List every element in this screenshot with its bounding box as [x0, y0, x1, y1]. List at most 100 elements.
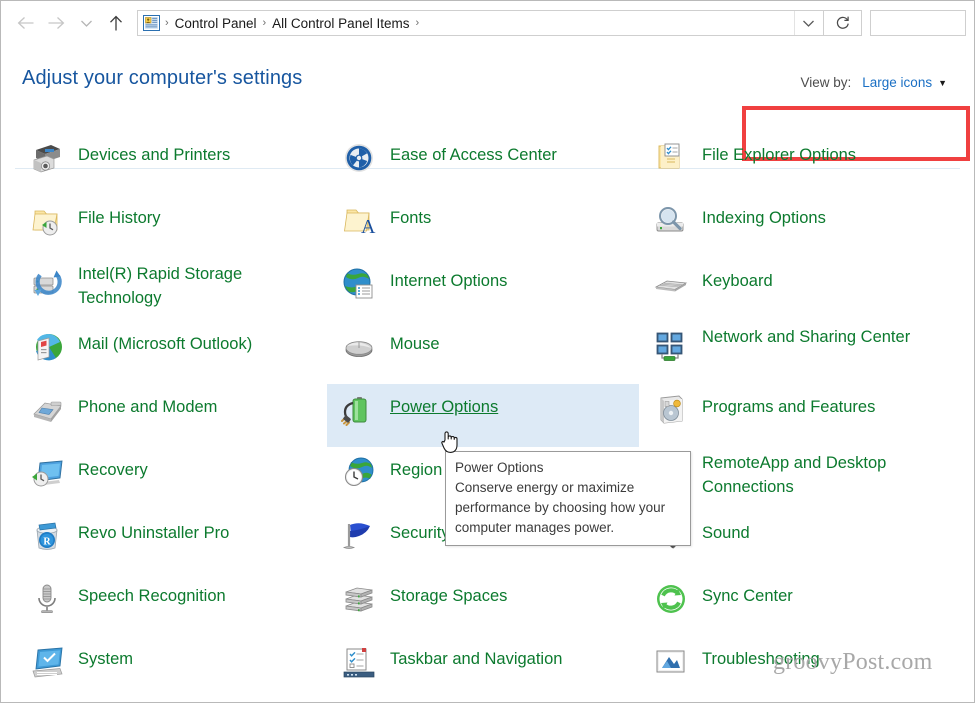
search-input[interactable] — [871, 11, 965, 35]
item-label: Network and Sharing Center — [702, 325, 910, 349]
breadcrumb-separator[interactable]: › — [412, 17, 422, 29]
network-and-sharing-icon — [653, 329, 689, 365]
items-column-1: Devices and Printers File History — [15, 132, 327, 699]
item-label: Keyboard — [702, 269, 773, 294]
item-label: Taskbar and Navigation — [390, 647, 562, 672]
recent-locations-button[interactable] — [71, 8, 101, 38]
control-panel-item-internet-options[interactable]: Internet Options — [327, 258, 639, 321]
item-label: RemoteApp and Desktop Connections — [702, 451, 934, 499]
indexing-options-icon — [653, 203, 689, 239]
chevron-down-icon — [80, 19, 93, 28]
refresh-button[interactable] — [824, 10, 862, 36]
control-panel-item-file-explorer-options[interactable]: File Explorer Options — [639, 132, 969, 195]
back-button[interactable] — [11, 8, 41, 38]
item-label: Speech Recognition — [78, 584, 226, 609]
items-column-2: Ease of Access Center A Fonts — [327, 132, 639, 699]
tooltip-title: Power Options — [455, 458, 682, 478]
item-label: Sound — [702, 521, 750, 546]
items-column-3: File Explorer Options Indexing Options — [639, 132, 969, 699]
view-by-label: View by: — [801, 75, 852, 90]
tooltip-line-2: performance by choosing how your — [455, 498, 682, 518]
programs-and-features-icon — [653, 392, 689, 428]
file-explorer-options-icon — [653, 140, 689, 176]
svg-text:R: R — [43, 536, 51, 547]
tooltip-line-1: Conserve energy or maximize — [455, 478, 682, 498]
item-label: Power Options — [390, 395, 498, 420]
item-label: Internet Options — [390, 269, 507, 294]
control-panel-item-file-history[interactable]: File History — [15, 195, 327, 258]
control-panel-item-taskbar-and-navigation[interactable]: Taskbar and Navigation — [327, 636, 639, 699]
control-panel-item-mouse[interactable]: Mouse — [327, 321, 639, 384]
keyboard-icon — [653, 266, 689, 302]
control-panel-item-keyboard[interactable]: Keyboard — [639, 258, 969, 321]
control-panel-window: › Control Panel › All Control Panel Item… — [0, 0, 975, 703]
control-panel-item-ease-of-access-center[interactable]: Ease of Access Center — [327, 132, 639, 195]
chevron-down-icon[interactable]: ▼ — [938, 78, 947, 88]
arrow-left-icon — [17, 16, 35, 30]
address-bar[interactable]: › Control Panel › All Control Panel Item… — [137, 10, 824, 36]
control-panel-item-revo-uninstaller-pro[interactable]: R Revo Uninstaller Pro — [15, 510, 327, 573]
item-label: Phone and Modem — [78, 395, 217, 420]
recovery-icon — [29, 455, 65, 491]
item-label: Storage Spaces — [390, 584, 507, 609]
page-title: Adjust your computer's settings — [22, 67, 302, 90]
item-label: Region — [390, 458, 442, 483]
control-panel-item-programs-and-features[interactable]: Programs and Features — [639, 384, 969, 447]
item-label: File Explorer Options — [702, 143, 856, 168]
control-panel-item-storage-spaces[interactable]: Storage Spaces — [327, 573, 639, 636]
breadcrumb-all-control-panel-items[interactable]: All Control Panel Items — [269, 16, 412, 31]
item-label: Revo Uninstaller Pro — [78, 521, 229, 546]
item-label: Fonts — [390, 206, 431, 231]
up-button[interactable] — [101, 8, 131, 38]
devices-and-printers-icon — [29, 140, 65, 176]
search-box[interactable] — [870, 10, 966, 36]
fonts-icon: A — [341, 203, 377, 239]
control-panel-item-speech-recognition[interactable]: Speech Recognition — [15, 573, 327, 636]
item-label: Sync Center — [702, 584, 793, 609]
control-panel-item-devices-and-printers[interactable]: Devices and Printers — [15, 132, 327, 195]
control-panel-item-fonts[interactable]: A Fonts — [327, 195, 639, 258]
item-label: File History — [78, 206, 161, 231]
control-panel-item-power-options[interactable]: Power Options — [327, 384, 639, 447]
arrow-up-icon — [108, 15, 124, 32]
svg-text:A: A — [361, 216, 376, 238]
view-by-value[interactable]: Large icons — [862, 75, 932, 90]
item-label: Mouse — [390, 332, 440, 357]
taskbar-and-navigation-icon — [341, 644, 377, 680]
item-label: Programs and Features — [702, 395, 875, 420]
revo-uninstaller-icon: R — [29, 518, 65, 554]
control-panel-items-grid: Devices and Printers File History — [1, 132, 974, 702]
speech-recognition-icon — [29, 581, 65, 617]
power-options-tooltip: Power Options Conserve energy or maximiz… — [445, 451, 691, 546]
control-panel-icon — [143, 15, 160, 31]
view-by-control[interactable]: View by: Large icons ▼ — [801, 75, 948, 90]
control-panel-item-phone-and-modem[interactable]: Phone and Modem — [15, 384, 327, 447]
internet-options-icon — [341, 266, 377, 302]
file-history-icon — [29, 203, 65, 239]
ease-of-access-icon — [341, 140, 377, 176]
breadcrumb-separator[interactable]: › — [259, 17, 269, 29]
item-label: System — [78, 647, 133, 672]
address-dropdown-button[interactable] — [794, 11, 821, 35]
control-panel-item-indexing-options[interactable]: Indexing Options — [639, 195, 969, 258]
control-panel-item-mail-microsoft-outlook[interactable]: Mail (Microsoft Outlook) — [15, 321, 327, 384]
power-options-icon — [341, 392, 377, 428]
item-label: Mail (Microsoft Outlook) — [78, 332, 252, 357]
security-and-maintenance-icon — [341, 518, 377, 554]
control-panel-item-recovery[interactable]: Recovery — [15, 447, 327, 510]
mail-icon — [29, 329, 65, 365]
item-label: Intel(R) Rapid Storage Technology — [78, 262, 310, 310]
arrow-right-icon — [47, 16, 65, 30]
system-icon — [29, 644, 65, 680]
control-panel-item-intel-rapid-storage-technology[interactable]: Intel(R) Rapid Storage Technology — [15, 258, 327, 321]
control-panel-item-sync-center[interactable]: Sync Center — [639, 573, 969, 636]
forward-button[interactable] — [41, 8, 71, 38]
mouse-icon — [341, 329, 377, 365]
control-panel-item-system[interactable]: System — [15, 636, 327, 699]
item-label: Recovery — [78, 458, 148, 483]
control-panel-item-network-and-sharing-center[interactable]: Network and Sharing Center — [639, 321, 969, 384]
breadcrumb-control-panel[interactable]: Control Panel — [172, 16, 260, 31]
region-icon — [341, 455, 377, 491]
troubleshooting-icon — [653, 644, 689, 680]
chevron-down-icon — [802, 19, 815, 28]
